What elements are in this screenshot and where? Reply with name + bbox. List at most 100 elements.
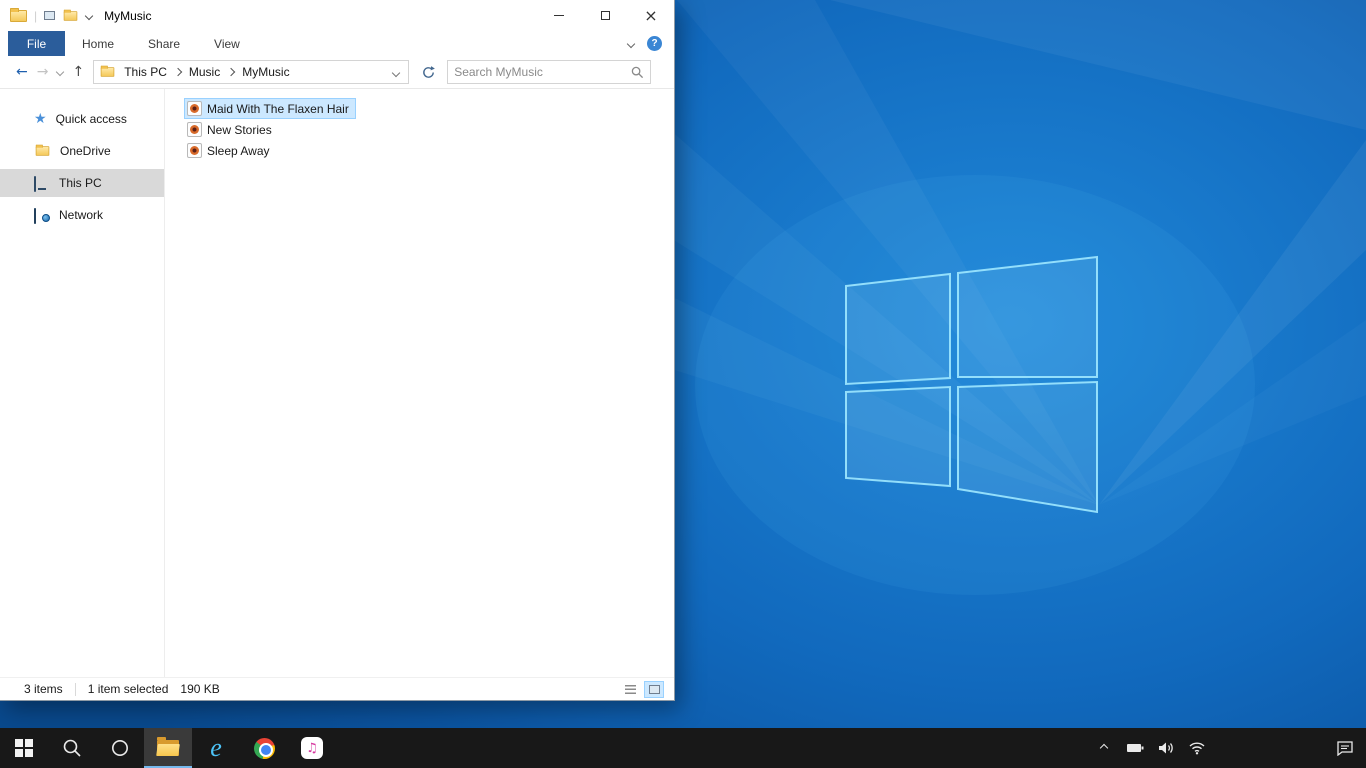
breadcrumb-mymusic[interactable]: MyMusic <box>236 65 295 79</box>
computer-icon <box>34 175 50 192</box>
address-dropdown[interactable] <box>389 63 403 81</box>
sidebar-item-onedrive[interactable]: OneDrive <box>0 137 164 165</box>
search-icon <box>63 739 81 757</box>
status-bar: 3 items 1 item selected 190 KB <box>0 677 674 700</box>
explorer-body: ★ Quick access OneDrive This PC Network <box>0 89 674 677</box>
breadcrumb-this-pc[interactable]: This PC <box>118 65 173 79</box>
search-input[interactable] <box>454 65 632 79</box>
file-explorer-icon <box>156 737 180 756</box>
new-folder-icon[interactable] <box>63 9 78 21</box>
taskbar-search-button[interactable] <box>48 728 96 768</box>
address-folder-icon <box>100 65 115 77</box>
view-toggles <box>620 680 664 698</box>
chevron-down-icon <box>391 68 401 78</box>
quick-access-toolbar: | <box>10 7 94 23</box>
music-file-icon <box>187 101 202 116</box>
refresh-button[interactable] <box>418 65 438 80</box>
windows-start-icon <box>15 739 33 757</box>
file-list[interactable]: Maid With The Flaxen Hair New Stories Sl… <box>165 89 674 677</box>
status-selection: 1 item selected <box>87 682 169 696</box>
close-button[interactable]: × <box>628 0 674 31</box>
file-row-maid-with-the-flaxen-hair[interactable]: Maid With The Flaxen Hair <box>184 98 356 119</box>
address-bar[interactable]: This PC Music MyMusic <box>93 60 410 84</box>
breadcrumb-chevron-icon[interactable] <box>226 67 236 77</box>
window-title: MyMusic <box>104 8 152 23</box>
chevron-up-icon <box>1099 743 1109 753</box>
breadcrumb-music[interactable]: Music <box>183 65 226 79</box>
sidebar-item-label: Quick access <box>55 112 127 126</box>
up-button[interactable]: ↑ <box>72 65 84 79</box>
file-name: New Stories <box>207 122 272 137</box>
ribbon-right-controls: ? <box>626 31 674 56</box>
titlebar[interactable]: | MyMusic × <box>0 0 674 31</box>
address-bar-row: ← → ↑ This PC Music MyMusic <box>0 56 674 89</box>
taskbar-chrome-button[interactable] <box>240 728 288 768</box>
cortana-button[interactable] <box>96 728 144 768</box>
desktop: | MyMusic × File Home Share View ? ← → ↑… <box>0 0 1366 768</box>
music-file-icon <box>187 143 202 158</box>
properties-icon[interactable] <box>44 11 56 20</box>
star-icon: ★ <box>34 111 47 127</box>
help-icon[interactable]: ? <box>647 36 662 51</box>
search-box[interactable] <box>447 60 652 84</box>
music-file-icon <box>187 122 202 137</box>
folder-icon <box>35 144 50 156</box>
customize-toolbar-chevron-icon[interactable] <box>84 11 94 20</box>
taskbar-file-explorer-button[interactable] <box>144 728 192 768</box>
chrome-icon <box>253 737 275 759</box>
toolbar-separator: | <box>34 8 38 23</box>
action-center-icon <box>1337 741 1353 756</box>
status-selection-size: 190 KB <box>180 682 220 696</box>
minimize-button[interactable] <box>536 0 582 31</box>
file-explorer-window: | MyMusic × File Home Share View ? ← → ↑… <box>0 0 675 701</box>
tab-view[interactable]: View <box>197 31 257 56</box>
sidebar-item-network[interactable]: Network <box>0 201 164 229</box>
close-icon: × <box>644 5 658 25</box>
internet-explorer-icon: e <box>210 733 222 762</box>
breadcrumb-chevron-icon[interactable] <box>173 67 183 77</box>
taskbar-itunes-button[interactable]: ♫ <box>288 728 336 768</box>
recent-locations-chevron-icon[interactable] <box>56 67 65 77</box>
tab-file[interactable]: File <box>8 31 65 56</box>
details-view-icon <box>624 684 636 694</box>
sidebar-item-quick-access[interactable]: ★ Quick access <box>0 105 164 133</box>
forward-button[interactable]: → <box>37 65 49 79</box>
battery-status[interactable] <box>1124 728 1146 768</box>
file-row-sleep-away[interactable]: Sleep Away <box>184 140 277 161</box>
large-icons-view-icon <box>648 684 660 694</box>
expand-ribbon-chevron-icon[interactable] <box>626 39 636 48</box>
file-name: Maid With The Flaxen Hair <box>207 101 349 116</box>
minimize-icon <box>554 15 564 16</box>
maximize-icon <box>600 11 610 20</box>
speaker-icon <box>1158 742 1173 754</box>
window-controls: × <box>536 0 674 31</box>
volume-status[interactable] <box>1155 728 1177 768</box>
back-button[interactable]: ← <box>16 65 28 79</box>
action-center-button[interactable] <box>1334 728 1356 768</box>
search-icon[interactable] <box>631 66 644 79</box>
refresh-icon <box>422 65 435 78</box>
network-icon <box>34 207 50 224</box>
large-icons-view-button[interactable] <box>644 680 664 698</box>
file-row-new-stories[interactable]: New Stories <box>184 119 279 140</box>
itunes-icon: ♫ <box>301 737 323 759</box>
tab-share[interactable]: Share <box>131 31 197 56</box>
explorer-app-icon <box>10 7 27 22</box>
taskbar-internet-explorer-button[interactable]: e <box>192 728 240 768</box>
start-button[interactable] <box>0 728 48 768</box>
maximize-button[interactable] <box>582 0 628 31</box>
file-name: Sleep Away <box>207 143 270 158</box>
sidebar-item-this-pc[interactable]: This PC <box>0 169 164 197</box>
show-hidden-icons-button[interactable] <box>1093 728 1115 768</box>
tab-home[interactable]: Home <box>65 31 131 56</box>
taskbar: e ♫ <box>0 728 1366 768</box>
status-separator <box>74 682 76 696</box>
ribbon-tabs: File Home Share View ? <box>0 31 674 56</box>
wifi-icon <box>1189 742 1205 755</box>
details-view-button[interactable] <box>620 681 640 698</box>
sidebar-item-label: This PC <box>59 176 102 190</box>
navigation-pane: ★ Quick access OneDrive This PC Network <box>0 89 165 677</box>
network-status[interactable] <box>1186 728 1208 768</box>
system-tray <box>1093 728 1366 768</box>
sidebar-item-label: Network <box>59 208 104 222</box>
